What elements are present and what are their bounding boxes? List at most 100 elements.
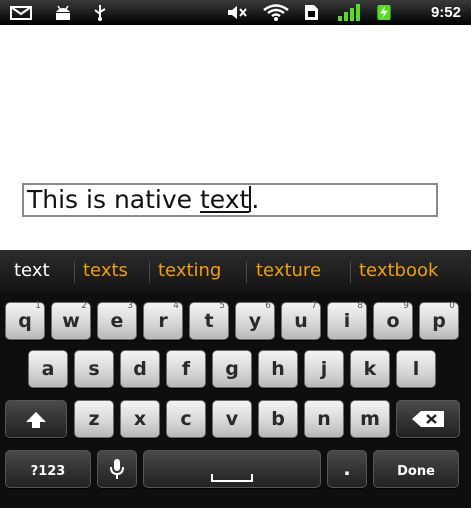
space-key[interactable]	[143, 450, 321, 488]
key-label: p	[432, 310, 446, 332]
key-alt-label: 6	[265, 301, 271, 311]
key-label: c	[180, 408, 192, 430]
key-t[interactable]: t5	[189, 301, 229, 340]
key-label: g	[225, 358, 239, 380]
key-v[interactable]: v	[212, 400, 252, 438]
suggestion-divider	[74, 261, 75, 283]
key-label: u	[294, 310, 308, 332]
key-h[interactable]: h	[258, 350, 298, 388]
status-bar: 9:52	[0, 0, 471, 25]
shift-key[interactable]	[5, 400, 67, 438]
key-c[interactable]: c	[166, 400, 206, 438]
key-label: q	[18, 310, 32, 332]
key-l[interactable]: l	[396, 350, 436, 388]
key-r[interactable]: r4	[143, 301, 183, 340]
key-w[interactable]: w2	[51, 301, 91, 340]
key-alt-label: 4	[173, 301, 179, 311]
backspace-key[interactable]	[396, 400, 460, 438]
space-bar-icon	[211, 474, 253, 482]
key-b[interactable]: b	[258, 400, 298, 438]
sim-icon	[305, 5, 318, 20]
key-alt-label: 1	[35, 301, 41, 311]
microphone-icon	[110, 459, 124, 479]
suggestion-divider	[350, 261, 351, 283]
key-label: i	[343, 310, 351, 332]
key-y[interactable]: y6	[235, 301, 275, 340]
symbols-key[interactable]: ?123	[5, 450, 91, 488]
android-debug-icon	[56, 5, 70, 20]
key-label: n	[317, 408, 331, 430]
mute-icon	[228, 6, 247, 19]
suggestion-item[interactable]: texting	[158, 258, 221, 284]
backspace-icon	[412, 411, 444, 427]
key-q[interactable]: q1	[5, 301, 45, 340]
suggestion-strip: text texts texting texture textbook	[0, 250, 471, 292]
key-label: ?123	[30, 464, 66, 479]
composing-text: text	[200, 185, 250, 214]
key-alt-label: 3	[127, 301, 133, 311]
key-k[interactable]: k	[350, 350, 390, 388]
key-label: x	[133, 408, 147, 430]
text-after-composing: .	[251, 185, 260, 214]
soft-keyboard: text texts texting texture textbook q1 w…	[0, 250, 471, 508]
key-o[interactable]: o9	[373, 301, 413, 340]
battery-charging-icon	[377, 4, 391, 21]
key-label: h	[271, 358, 285, 380]
key-label: y	[248, 310, 262, 332]
key-m[interactable]: m	[350, 400, 390, 438]
key-label: t	[204, 310, 214, 332]
key-label: v	[225, 408, 239, 430]
suggestion-item[interactable]: texts	[83, 258, 128, 284]
key-d[interactable]: d	[120, 350, 160, 388]
suggestion-item[interactable]: texture	[256, 258, 321, 284]
key-label: o	[386, 310, 400, 332]
key-label: Done	[397, 464, 435, 479]
suggestion-item[interactable]: text	[14, 258, 50, 284]
key-alt-label: 9	[403, 301, 409, 311]
usb-icon	[94, 5, 106, 21]
key-f[interactable]: f	[166, 350, 206, 388]
text-input[interactable]: This is native text.	[22, 183, 438, 217]
key-label: s	[88, 358, 100, 380]
key-j[interactable]: j	[304, 350, 344, 388]
key-z[interactable]: z	[74, 400, 114, 438]
key-label: b	[271, 408, 285, 430]
key-x[interactable]: x	[120, 400, 160, 438]
period-key[interactable]: .	[327, 450, 367, 488]
suggestion-item[interactable]: textbook	[359, 258, 438, 284]
key-s[interactable]: s	[74, 350, 114, 388]
key-g[interactable]: g	[212, 350, 252, 388]
key-label: l	[412, 358, 420, 380]
key-n[interactable]: n	[304, 400, 344, 438]
key-alt-label: 2	[81, 301, 87, 311]
key-label: k	[363, 358, 377, 380]
key-alt-label: 8	[357, 301, 363, 311]
key-label: z	[88, 408, 100, 430]
gmail-icon	[10, 6, 32, 20]
key-label: m	[360, 408, 380, 430]
key-label: j	[320, 358, 328, 380]
done-key[interactable]: Done	[373, 450, 459, 488]
text-before-composing: This is native	[27, 185, 200, 214]
key-i[interactable]: i8	[327, 301, 367, 340]
key-label: e	[110, 310, 124, 332]
key-alt-label: 0	[449, 301, 455, 311]
key-p[interactable]: p0	[419, 301, 459, 340]
key-label: r	[158, 310, 168, 332]
wifi-icon	[263, 4, 289, 21]
key-e[interactable]: e3	[97, 301, 137, 340]
suggestion-divider	[246, 261, 247, 283]
key-alt-label: 5	[219, 301, 225, 311]
key-a[interactable]: a	[28, 350, 68, 388]
shift-arrow-icon	[26, 412, 46, 428]
key-label: d	[133, 358, 147, 380]
key-label: .	[343, 458, 351, 480]
app-content: This is native text.	[0, 25, 471, 250]
clock: 9:52	[430, 4, 461, 21]
key-alt-label: 7	[311, 301, 317, 311]
voice-input-key[interactable]	[97, 450, 137, 488]
suggestion-divider	[149, 261, 150, 283]
key-label: f	[181, 358, 191, 380]
key-label: w	[62, 310, 80, 332]
key-u[interactable]: u7	[281, 301, 321, 340]
